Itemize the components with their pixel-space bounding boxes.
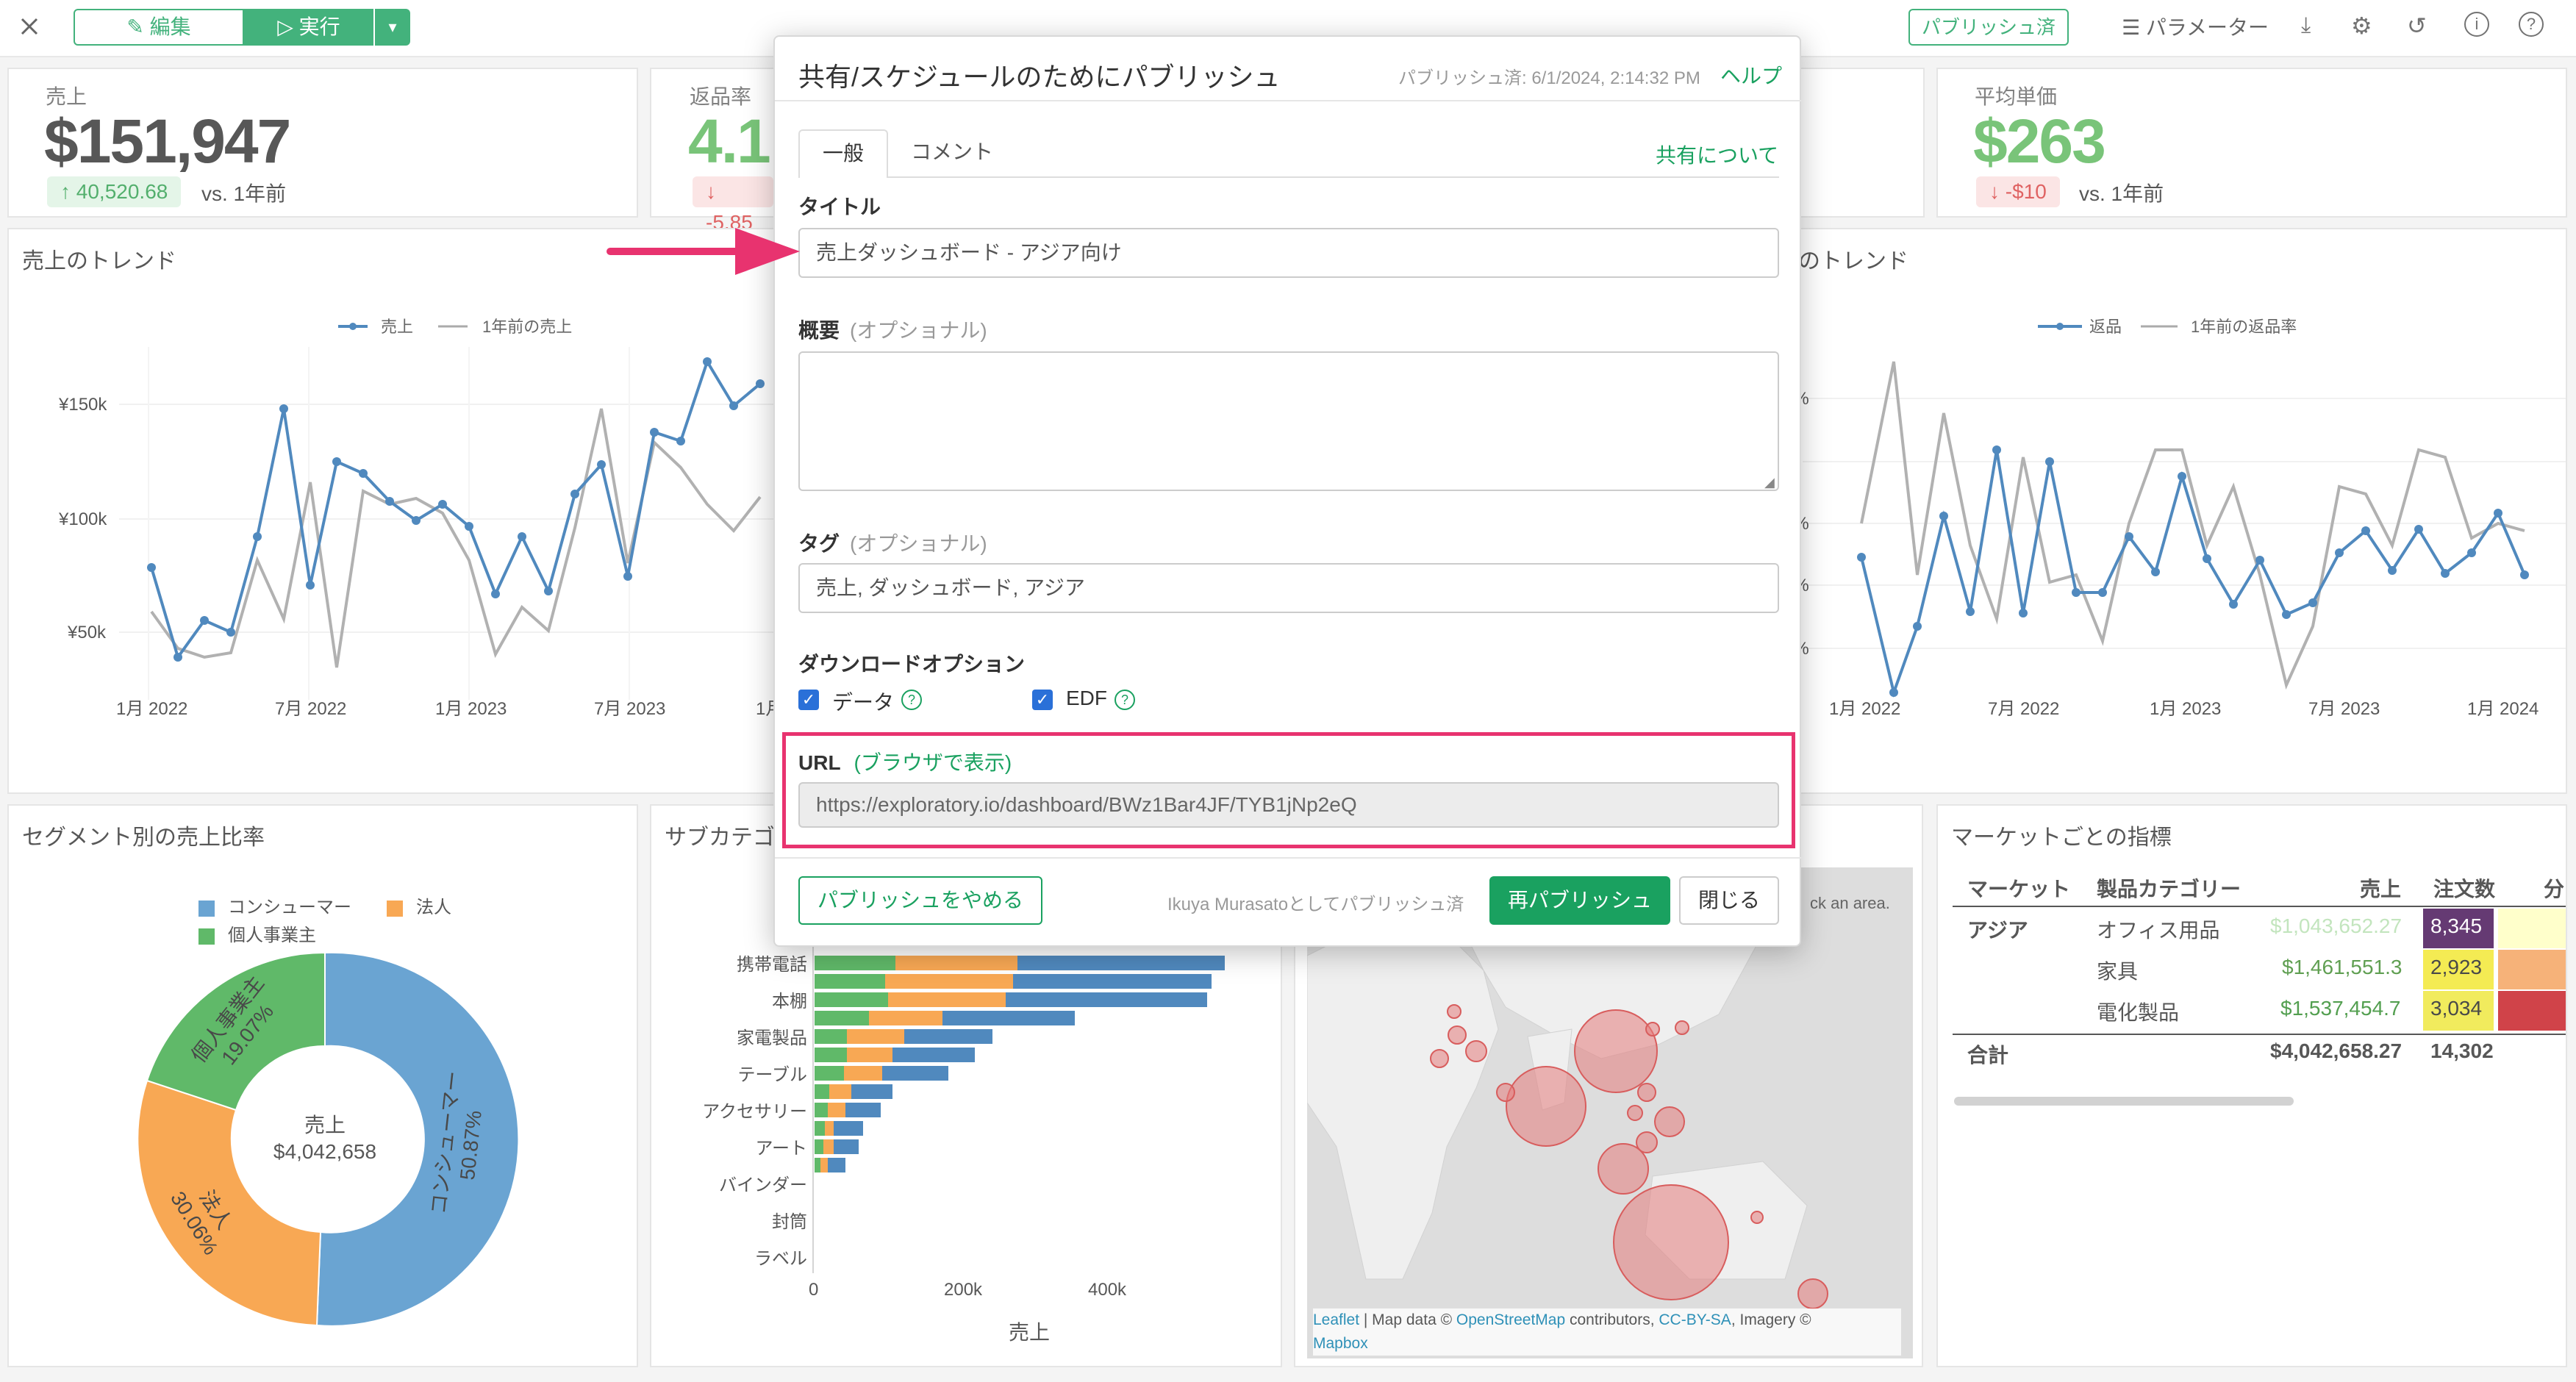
- summary-label: 概要 (オプショナル): [798, 315, 987, 344]
- resize-handle-icon[interactable]: ◢: [1764, 475, 1775, 490]
- optional-hint: (オプショナル): [850, 532, 987, 555]
- footer-divider: [775, 857, 1801, 859]
- tab-divider: [888, 176, 1779, 178]
- edf-checkbox-label: EDF: [1066, 687, 1107, 709]
- tab-general[interactable]: 一般: [798, 129, 888, 178]
- open-in-browser-link[interactable]: (ブラウザで表示): [854, 751, 1012, 774]
- close-button[interactable]: 閉じる: [1679, 876, 1779, 925]
- summary-textarea[interactable]: [798, 351, 1779, 491]
- title-input[interactable]: 売上ダッシュボード - アジア向け: [798, 228, 1779, 278]
- republish-button[interactable]: 再パブリッシュ: [1489, 876, 1670, 925]
- published-at: パブリッシュ済: 6/1/2024, 2:14:32 PM: [1398, 68, 1700, 88]
- url-label: URL (ブラウザで表示): [798, 747, 1012, 776]
- tab-label: コメント: [910, 140, 993, 163]
- data-checkbox[interactable]: ✓: [798, 690, 819, 710]
- tags-input[interactable]: 売上, ダッシュボード, アジア: [798, 563, 1779, 613]
- publish-dialog: 共有/スケジュールのためにパブリッシュ パブリッシュ済: 6/1/2024, 2…: [773, 35, 1801, 947]
- data-help-icon[interactable]: ?: [901, 690, 922, 710]
- dialog-title: 共有/スケジュールのためにパブリッシュ: [798, 62, 1281, 92]
- url-field[interactable]: https://exploratory.io/dashboard/BWz1Bar…: [798, 782, 1779, 828]
- download-options-label: ダウンロードオプション: [798, 653, 1026, 676]
- data-checkbox-label: データ: [832, 691, 895, 714]
- edf-help-icon[interactable]: ?: [1115, 690, 1135, 710]
- title-label: タイトル: [798, 196, 881, 218]
- annotation-arrow: [607, 228, 800, 275]
- optional-hint: (オプショナル): [850, 319, 987, 342]
- header-divider: [775, 100, 1801, 101]
- tab-comment[interactable]: コメント: [904, 129, 1000, 176]
- summary-label-text: 概要: [798, 319, 840, 342]
- edf-checkbox[interactable]: ✓: [1032, 690, 1053, 710]
- tab-label: 一般: [822, 142, 864, 165]
- tags-label-text: タグ: [798, 532, 840, 555]
- url-label-text: URL: [798, 751, 841, 774]
- tags-label: タグ (オプショナル): [798, 528, 987, 557]
- about-sharing-link[interactable]: 共有について: [1656, 140, 1778, 169]
- published-by: Ikuya Murasatoとしてパブリッシュ済: [1167, 895, 1464, 914]
- unpublish-button[interactable]: パブリッシュをやめる: [798, 876, 1042, 925]
- help-link[interactable]: ヘルプ: [1720, 60, 1782, 90]
